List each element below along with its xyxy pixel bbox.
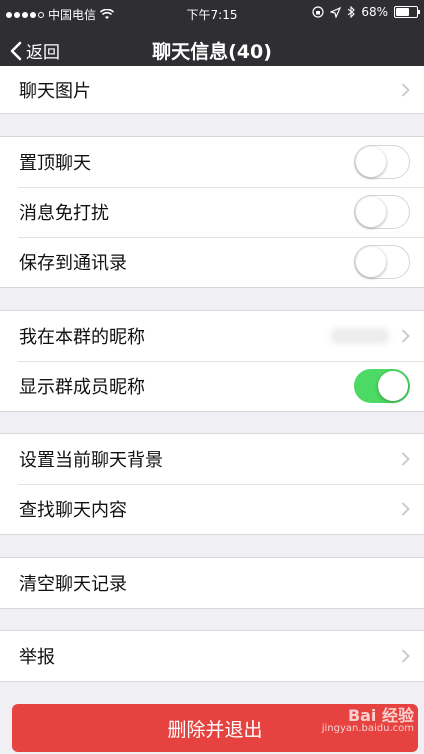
my-nickname-row[interactable]: 我在本群的昵称 (0, 311, 424, 361)
mute-toggle[interactable] (354, 195, 410, 229)
pin-chat-toggle[interactable] (354, 145, 410, 179)
mute-label: 消息免打扰 (19, 203, 109, 224)
bluetooth-icon (347, 6, 356, 18)
mute-row: 消息免打扰 (0, 187, 424, 237)
chevron-right-icon (401, 329, 410, 343)
chevron-right-icon (401, 649, 410, 663)
set-background-row[interactable]: 设置当前聊天背景 (0, 434, 424, 484)
show-member-nickname-toggle[interactable] (354, 369, 410, 403)
toggle-knob (356, 247, 386, 277)
chat-images-row[interactable]: 聊天图片 (0, 66, 424, 113)
page-title: 聊天信息(40) (152, 41, 272, 63)
nickname-value-blurred (330, 328, 390, 344)
chat-settings-group: 置顶聊天 消息免打扰 保存到通讯录 (0, 136, 424, 288)
media-group: 聊天图片 (0, 66, 424, 114)
set-background-label: 设置当前聊天背景 (19, 450, 163, 471)
report-row[interactable]: 举报 (0, 631, 424, 681)
save-contacts-toggle[interactable] (354, 245, 410, 279)
battery-fill (396, 8, 409, 16)
show-member-nickname-row: 显示群成员昵称 (0, 361, 424, 411)
watermark-brand: Bai 经验 (347, 706, 414, 725)
my-nickname-label: 我在本群的昵称 (19, 327, 145, 348)
toggle-knob (378, 371, 408, 401)
clear-group: 清空聊天记录 (0, 557, 424, 609)
search-content-row[interactable]: 查找聊天内容 (0, 484, 424, 534)
show-member-nickname-label: 显示群成员昵称 (19, 377, 145, 398)
battery-icon (394, 6, 420, 18)
clear-history-row[interactable]: 清空聊天记录 (0, 558, 424, 608)
battery-percent: 68% (361, 5, 388, 19)
status-bar: 中国电信 下午7:15 68% (0, 0, 424, 26)
status-right: 68% (312, 5, 420, 19)
watermark: Bai 经验 jingyan.baidu.com (322, 708, 414, 734)
save-contacts-label: 保存到通讯录 (19, 253, 127, 274)
orientation-lock-icon (312, 6, 324, 18)
location-icon (330, 6, 342, 18)
clear-history-label: 清空聊天记录 (19, 574, 127, 595)
chevron-right-icon (401, 452, 410, 466)
report-group: 举报 (0, 630, 424, 682)
toggle-knob (356, 197, 386, 227)
delete-and-exit-label: 删除并退出 (167, 718, 263, 741)
toggle-knob (356, 147, 386, 177)
watermark-url: jingyan.baidu.com (321, 723, 414, 734)
search-content-label: 查找聊天内容 (19, 500, 127, 521)
report-label: 举报 (19, 647, 55, 668)
pin-chat-label: 置顶聊天 (19, 153, 91, 174)
chevron-right-icon (401, 502, 410, 516)
chevron-right-icon (401, 82, 410, 97)
chat-images-label: 聊天图片 (19, 80, 91, 102)
save-contacts-row: 保存到通讯录 (0, 237, 424, 287)
pin-chat-row: 置顶聊天 (0, 137, 424, 187)
nickname-group: 我在本群的昵称 显示群成员昵称 (0, 310, 424, 412)
background-group: 设置当前聊天背景 查找聊天内容 (0, 433, 424, 535)
